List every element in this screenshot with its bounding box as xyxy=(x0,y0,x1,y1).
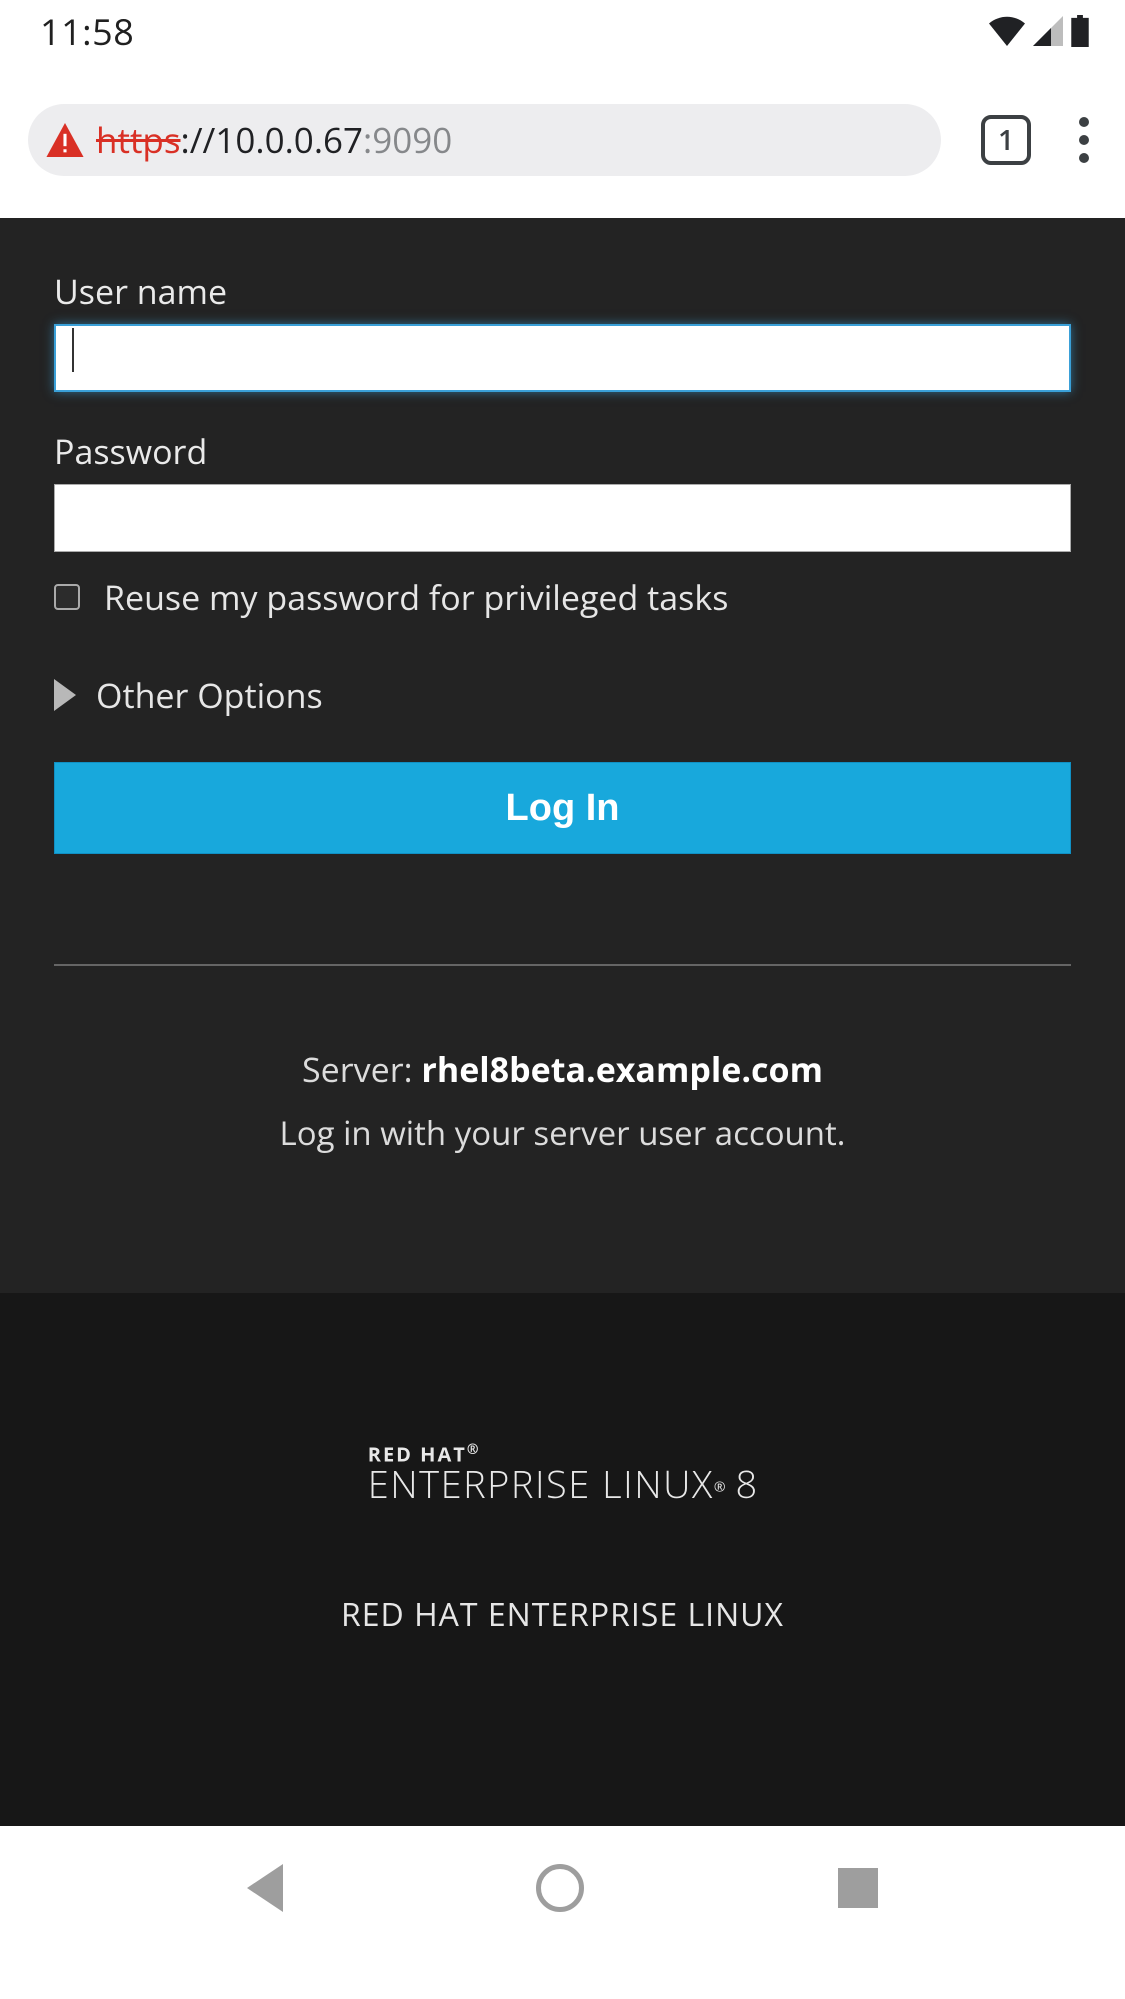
android-navbar xyxy=(0,1826,1125,1950)
registered-mark-2: ® xyxy=(714,1477,726,1496)
registered-mark: ® xyxy=(467,1440,481,1459)
login-panel: User name Password Reuse my password for… xyxy=(0,218,1125,1293)
logo-big-text: ENTERPRISE LINUX xyxy=(368,1458,714,1510)
password-input[interactable] xyxy=(54,484,1071,552)
password-label: Password xyxy=(54,428,1071,474)
server-host: rhel8beta.example.com xyxy=(421,1046,823,1092)
tab-count: 1 xyxy=(998,121,1014,159)
statusbar-icons xyxy=(989,15,1089,47)
url-text: https://10.0.0.67:9090 xyxy=(96,117,452,164)
statusbar-time: 11:58 xyxy=(40,7,134,56)
caret-right-icon xyxy=(54,679,76,711)
redhat-logo: RED HAT® ENTERPRISE LINUX®8 xyxy=(368,1443,757,1503)
nav-home-icon[interactable] xyxy=(536,1864,584,1912)
battery-icon xyxy=(1071,15,1089,47)
text-cursor xyxy=(72,328,74,372)
branding-panel: RED HAT® ENTERPRISE LINUX®8 RED HAT ENTE… xyxy=(0,1293,1125,1826)
url-host: ://10.0.0.67 xyxy=(181,117,364,164)
android-statusbar: 11:58 xyxy=(0,0,1125,62)
url-scheme: https xyxy=(96,117,181,164)
username-group: User name xyxy=(54,268,1071,392)
insecure-warning-icon xyxy=(46,123,84,157)
username-label: User name xyxy=(54,268,1071,314)
logo-version: 8 xyxy=(736,1458,758,1510)
tabs-button[interactable]: 1 xyxy=(981,115,1031,165)
server-subtext: Log in with your server user account. xyxy=(54,1110,1071,1155)
browser-chrome: https://10.0.0.67:9090 1 xyxy=(0,62,1125,218)
overflow-menu-icon[interactable] xyxy=(1071,109,1097,171)
reuse-password-label: Reuse my password for privileged tasks xyxy=(104,574,728,620)
server-prefix: Server: xyxy=(302,1046,421,1092)
reuse-password-checkbox-row[interactable]: Reuse my password for privileged tasks xyxy=(54,574,1071,620)
other-options-toggle[interactable]: Other Options xyxy=(54,672,1071,718)
nav-recent-icon[interactable] xyxy=(838,1868,878,1908)
address-bar[interactable]: https://10.0.0.67:9090 xyxy=(28,104,941,176)
url-port: :9090 xyxy=(363,117,452,164)
reuse-password-checkbox[interactable] xyxy=(54,584,80,610)
username-input[interactable] xyxy=(54,324,1071,392)
wifi-icon xyxy=(989,16,1025,46)
password-group: Password xyxy=(54,428,1071,552)
nav-back-icon[interactable] xyxy=(247,1864,283,1912)
login-button[interactable]: Log In xyxy=(54,762,1071,854)
signal-icon xyxy=(1033,16,1063,46)
divider xyxy=(54,964,1071,966)
product-name: RED HAT ENTERPRISE LINUX xyxy=(0,1593,1125,1636)
other-options-label: Other Options xyxy=(96,672,323,718)
server-line: Server: rhel8beta.example.com xyxy=(54,1046,1071,1092)
